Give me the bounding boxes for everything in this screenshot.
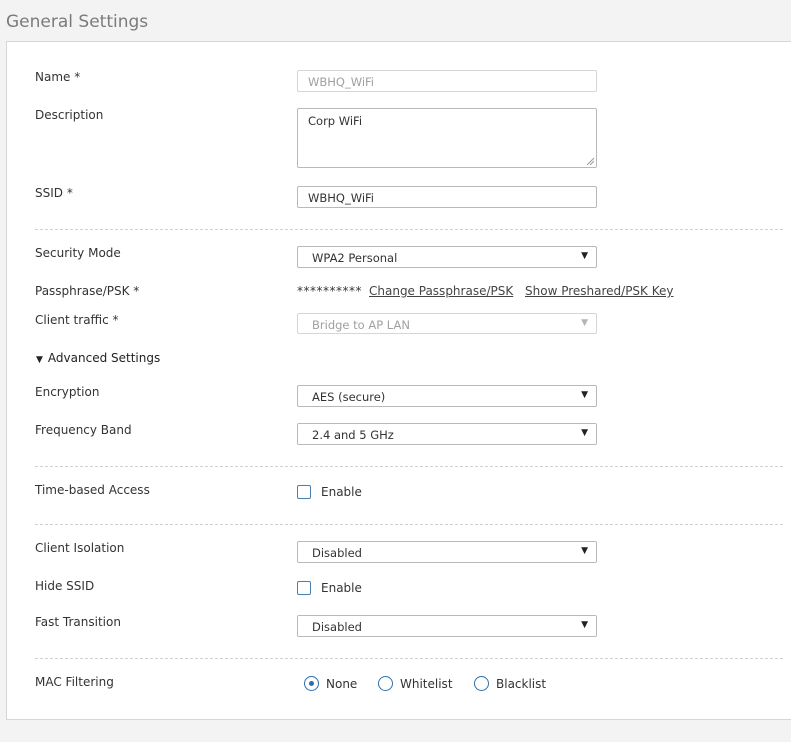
client-traffic-label: Client traffic * [35,313,119,327]
section-divider [35,466,783,467]
advanced-settings-label: Advanced Settings [47,351,161,365]
description-textarea-value: Corp WiFi [308,114,363,128]
encryption-value: AES (secure) [312,390,386,404]
section-divider [35,524,783,525]
mac-filtering-whitelist-label: Whitelist [400,677,453,691]
name-input[interactable]: WBHQ_WiFi [297,70,597,92]
chevron-down-icon: ▼ [581,428,588,438]
section-divider [35,229,783,230]
frequency-band-value: 2.4 and 5 GHz [312,428,394,442]
mac-filtering-none-label: None [326,677,358,691]
change-passphrase-link[interactable]: Change Passphrase/PSK [369,284,513,298]
ssid-label: SSID * [35,186,73,200]
client-isolation-value: Disabled [312,546,362,560]
chevron-down-icon: ▼ [581,620,588,630]
fast-transition-value: Disabled [312,620,362,634]
client-traffic-value: Bridge to AP LAN [312,318,410,332]
passphrase-masked: ********** [297,284,362,298]
ssid-input-value: WBHQ_WiFi [308,191,374,205]
mac-filtering-blacklist-label: Blacklist [496,677,547,691]
time-based-access-checkbox[interactable] [297,485,311,499]
mac-filtering-none-radio[interactable] [304,676,319,691]
passphrase-label: Passphrase/PSK * [35,284,140,298]
show-psk-link[interactable]: Show Preshared/PSK Key [525,284,674,298]
security-mode-label: Security Mode [35,246,121,260]
chevron-down-icon: ▼ [581,318,588,328]
description-label: Description [35,108,104,122]
mac-filtering-whitelist-radio[interactable] [378,676,393,691]
chevron-down-icon: ▼ [581,546,588,556]
page-title: General Settings [6,12,149,32]
encryption-select[interactable]: AES (secure) ▼ [297,385,597,407]
hide-ssid-enable-label: Enable [321,581,362,595]
time-based-access-label: Time-based Access [35,483,150,497]
encryption-label: Encryption [35,385,100,399]
client-traffic-select[interactable]: Bridge to AP LAN ▼ [297,313,597,334]
mac-filtering-label: MAC Filtering [35,675,114,689]
client-isolation-select[interactable]: Disabled ▼ [297,541,597,563]
security-mode-select[interactable]: WPA2 Personal ▼ [297,246,597,268]
advanced-settings-toggle[interactable]: ▼ Advanced Settings [36,351,160,365]
hide-ssid-checkbox[interactable] [297,581,311,595]
frequency-band-select[interactable]: 2.4 and 5 GHz ▼ [297,423,597,445]
name-label: Name * [35,70,81,84]
fast-transition-select[interactable]: Disabled ▼ [297,615,597,637]
frequency-band-label: Frequency Band [35,423,132,437]
client-isolation-label: Client Isolation [35,541,125,555]
ssid-input[interactable]: WBHQ_WiFi [297,186,597,208]
section-divider [35,658,783,659]
chevron-down-icon: ▼ [581,390,588,400]
hide-ssid-label: Hide SSID [35,579,95,593]
chevron-down-icon: ▼ [581,251,588,261]
triangle-down-icon: ▼ [36,355,43,365]
security-mode-value: WPA2 Personal [312,251,398,265]
mac-filtering-blacklist-radio[interactable] [474,676,489,691]
resize-grip-icon[interactable] [586,157,594,165]
fast-transition-label: Fast Transition [35,615,121,629]
time-based-access-enable-label: Enable [321,485,362,499]
name-input-value: WBHQ_WiFi [308,75,374,89]
description-textarea[interactable]: Corp WiFi [297,108,597,168]
